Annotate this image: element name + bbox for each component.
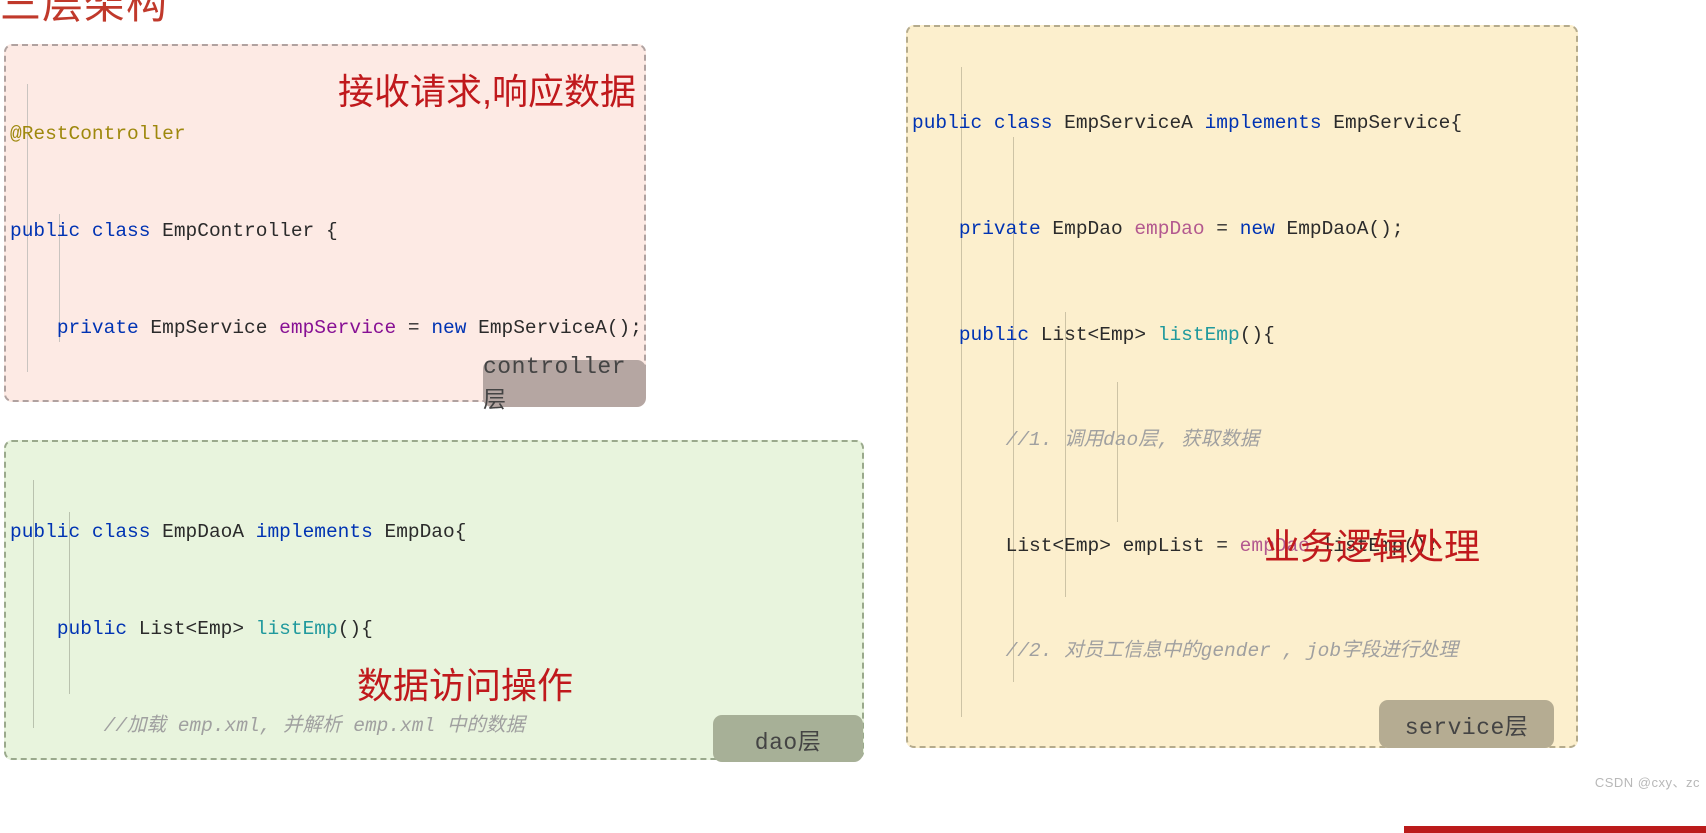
service-code: public class EmpServiceA implements EmpS…: [908, 27, 1463, 746]
code-line: //加载 emp.xml, 并解析 emp.xml 中的数据: [103, 714, 525, 737]
page-title: 三层架构: [0, 0, 168, 27]
code-line: //2. 对员工信息中的gender , job字段进行处理: [1005, 640, 1459, 663]
code-line: @RestController: [10, 123, 186, 146]
bottom-red-bar: [1404, 826, 1706, 833]
code-line: public class EmpDaoA implements EmpDao{: [10, 521, 467, 544]
code-line: public class EmpController {: [10, 220, 338, 242]
controller-annotation: 接收请求,响应数据: [338, 71, 637, 112]
dao-layer-badge: dao层: [713, 715, 863, 762]
dao-code: public class EmpDaoA implements EmpDao{ …: [6, 442, 782, 758]
code-line: public List<Emp> listEmp(){: [958, 323, 1275, 346]
code-line: private EmpDao empDao = new EmpDaoA();: [958, 218, 1404, 240]
dao-code-panel: public class EmpDaoA implements EmpDao{ …: [4, 440, 864, 760]
dao-annotation: 数据访问操作: [357, 665, 574, 706]
service-layer-badge: service层: [1379, 700, 1554, 748]
controller-layer-badge: controller层: [483, 354, 646, 414]
service-annotation: 业务逻辑处理: [1264, 526, 1481, 567]
code-line: public List<Emp> listEmp(){: [56, 618, 373, 640]
csdn-watermark: CSDN @cxy、zc: [1594, 775, 1700, 790]
service-code-panel: public class EmpServiceA implements EmpS…: [906, 25, 1578, 748]
code-line: public class EmpServiceA implements EmpS…: [912, 112, 1463, 135]
code-line: private EmpService empService = new EmpS…: [56, 316, 642, 339]
code-line: //1. 调用dao层, 获取数据: [1005, 429, 1260, 452]
